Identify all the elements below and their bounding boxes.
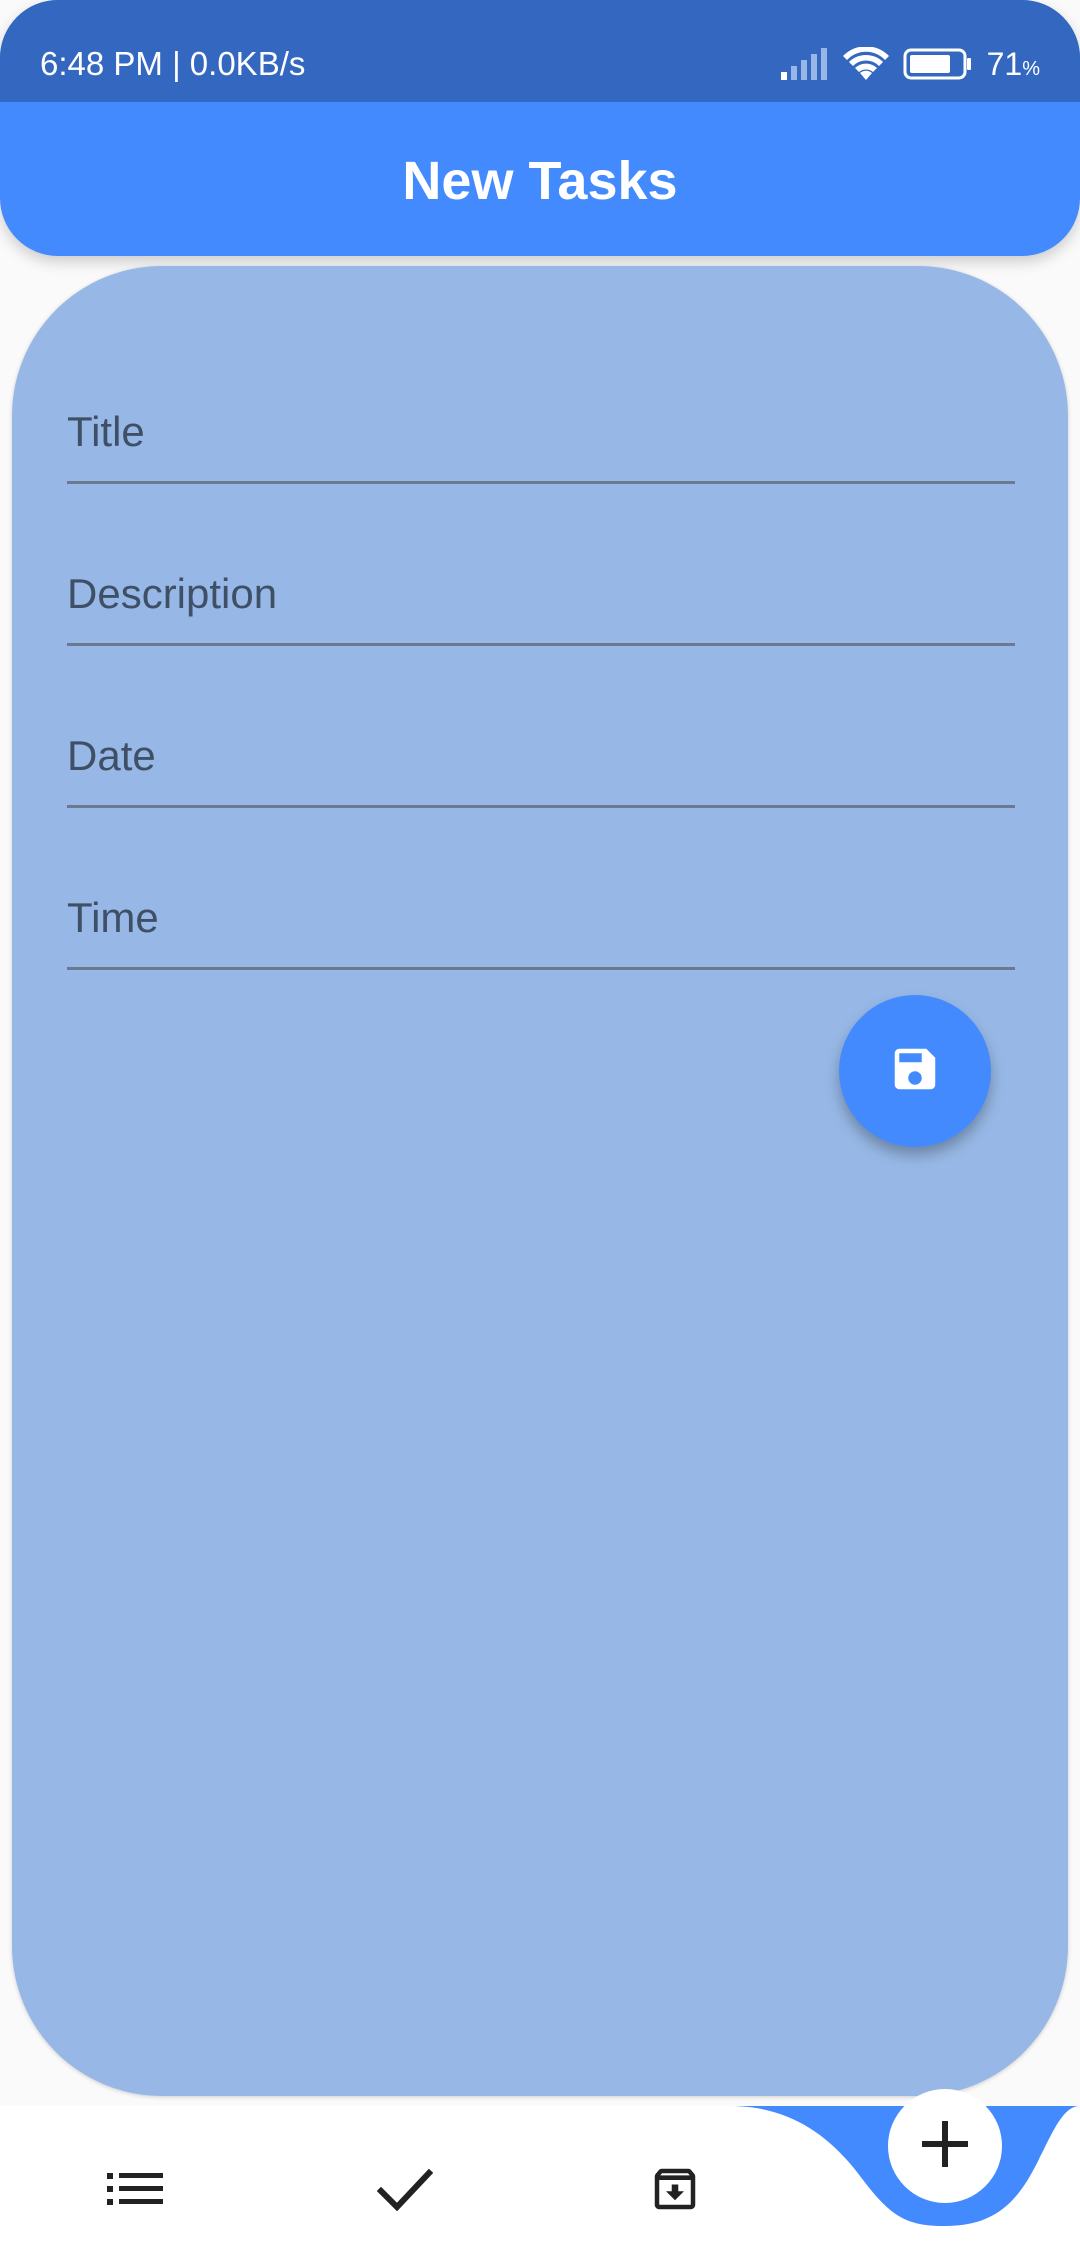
description-field[interactable]: Description bbox=[67, 484, 1015, 646]
add-icon bbox=[922, 2120, 968, 2172]
nav-new-tasks[interactable] bbox=[888, 2089, 1002, 2203]
time-input[interactable] bbox=[67, 808, 1015, 967]
signal-icon bbox=[780, 47, 829, 85]
archive-icon bbox=[648, 2162, 702, 2221]
check-icon bbox=[376, 2167, 434, 2216]
save-icon bbox=[888, 1042, 942, 1101]
title-field[interactable]: Title bbox=[67, 322, 1015, 484]
list-icon bbox=[107, 2169, 163, 2214]
page-title: New Tasks bbox=[402, 151, 678, 211]
screen: 6:48 PM | 0.0KB/s 71% New Tasks Title De… bbox=[0, 0, 1080, 2263]
nav-done-tasks[interactable] bbox=[360, 2146, 450, 2236]
status-time-speed: 6:48 PM | 0.0KB/s bbox=[40, 45, 306, 82]
wifi-icon bbox=[842, 45, 889, 86]
title-input[interactable] bbox=[67, 322, 1015, 481]
task-form-card: Title Description Date Time bbox=[12, 266, 1068, 2096]
status-bar: 6:48 PM | 0.0KB/s 71% bbox=[0, 0, 1080, 102]
battery-level: 71% bbox=[986, 45, 1040, 82]
time-field[interactable]: Time bbox=[67, 808, 1015, 970]
nav-tasks-list[interactable] bbox=[90, 2146, 180, 2236]
description-input[interactable] bbox=[67, 484, 1015, 643]
status-icons: 71% bbox=[780, 45, 1040, 86]
date-input[interactable] bbox=[67, 646, 1015, 805]
date-field[interactable]: Date bbox=[67, 646, 1015, 808]
save-button[interactable] bbox=[839, 995, 991, 1147]
nav-archived-tasks[interactable] bbox=[630, 2146, 720, 2236]
app-header: 6:48 PM | 0.0KB/s 71% New Tasks bbox=[0, 0, 1080, 256]
battery-icon bbox=[903, 47, 973, 86]
